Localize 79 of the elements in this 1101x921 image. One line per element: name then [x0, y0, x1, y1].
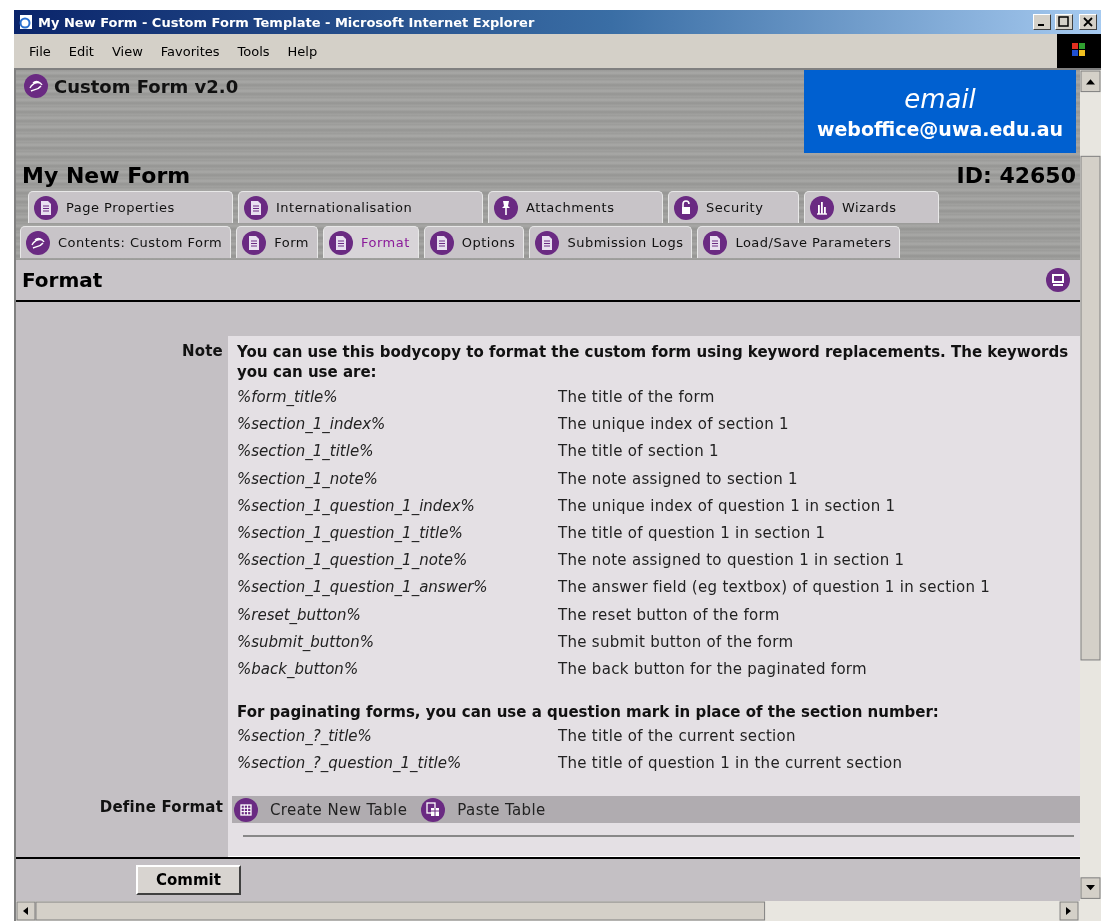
keyword-text: %back_button%	[237, 659, 360, 681]
table-icon	[234, 797, 258, 822]
tab[interactable]: Format	[322, 226, 419, 258]
windows-logo-icon	[1057, 34, 1101, 68]
keyword-description: The title of section 1	[558, 441, 720, 463]
menu-item[interactable]: View	[102, 43, 152, 59]
tab[interactable]: Contents: Custom Form	[20, 226, 232, 258]
tab[interactable]: Submission Logs	[529, 226, 693, 258]
swirl-logo-icon	[26, 230, 50, 255]
vertical-scrollbar[interactable]	[1080, 70, 1101, 921]
document-icon	[535, 230, 560, 255]
maximize-icon[interactable]	[1055, 14, 1073, 30]
keyword-description: The submit button of the form	[558, 631, 795, 653]
email-address[interactable]: weboffice@uwa.edu.au	[816, 117, 1064, 140]
close-icon[interactable]	[1079, 14, 1097, 30]
keyword-description: The reset button of the form	[558, 604, 781, 626]
monitor-icon	[1046, 268, 1070, 292]
menu-item[interactable]: Help	[278, 43, 327, 59]
tab[interactable]: Attachments	[488, 191, 663, 223]
keyword-description: The note assigned to question 1 in section 1	[558, 550, 906, 572]
document-icon	[429, 230, 454, 255]
keyword-text: %section_1_question_1_note%	[237, 550, 469, 572]
page-title: My New Form	[22, 163, 191, 188]
menu-item[interactable]: Edit	[59, 43, 103, 59]
toolbar-action[interactable]: Create New Table	[234, 797, 412, 822]
bar-chart-icon	[810, 195, 834, 220]
keyword-description: The answer field (eg textbox) of question 1 in section 1	[558, 577, 992, 599]
tab[interactable]: Page Properties	[28, 191, 233, 223]
browser-icon	[18, 14, 34, 30]
window-title: My New Form - Custom Form Template - Microsoft Internet Explorer	[38, 14, 536, 30]
menu-item[interactable]: Favorites	[151, 43, 229, 59]
app-title: Custom Form v2.0	[54, 75, 239, 97]
keyword-text: %form_title%	[237, 387, 339, 408]
tab[interactable]: Security	[668, 191, 799, 223]
document-icon	[34, 195, 58, 220]
keyword-description: The title of the form	[558, 387, 716, 408]
tab[interactable]: Internationalisation	[238, 191, 483, 223]
keyword-text: %section_?_title%	[237, 726, 373, 748]
tab[interactable]: Load/Save Parameters	[697, 226, 901, 258]
keyword-description: The back button for the paginated form	[558, 659, 868, 681]
toolbar-action[interactable]: Paste Table	[421, 797, 550, 822]
keyword-text: %section_1_title%	[237, 441, 375, 463]
menu-item[interactable]: Tools	[228, 43, 279, 59]
email-label: email	[904, 83, 976, 114]
keyword-text: %section_1_index%	[237, 414, 387, 436]
keyword-description: The unique index of question 1 in section 1	[558, 495, 897, 517]
field-label: Define Format	[99, 797, 224, 819]
section-title: Format	[22, 268, 103, 292]
keyword-text: %section_1_question_1_answer%	[237, 577, 489, 599]
field-label: Note	[182, 341, 224, 362]
note-subheading: For paginating forms, you can use a question mark in place of the section number:	[237, 703, 940, 722]
tab[interactable]: Wizards	[804, 191, 939, 223]
keyword-description: The title of the current section	[558, 726, 797, 748]
keyword-description: The title of question 1 in section 1	[558, 523, 827, 544]
paste-table-icon	[421, 797, 446, 822]
keyword-text: %submit_button%	[237, 631, 375, 653]
keyword-text: %section_1_question_1_index%	[237, 495, 476, 517]
keyword-text: %section_1_note%	[237, 468, 379, 490]
note-intro: You can use this bodycopy to format the custom form using keyword replacements. The keywords you can use are:	[237, 342, 1070, 382]
pin-icon	[494, 195, 518, 220]
keyword-description: The note assigned to section 1	[558, 468, 799, 490]
minimize-icon[interactable]	[1033, 14, 1051, 30]
document-icon	[703, 230, 728, 255]
document-icon	[242, 230, 267, 255]
commit-button[interactable]: Commit	[136, 865, 241, 895]
keyword-text: %section_1_question_1_title%	[237, 523, 464, 544]
keyword-text: %reset_button%	[237, 604, 362, 626]
keyword-description: The unique index of section 1	[558, 414, 790, 436]
tab[interactable]: Form	[236, 226, 318, 258]
keyword-description: The title of question 1 in the current section	[558, 753, 904, 775]
tab[interactable]: Options	[423, 226, 525, 258]
horizontal-scrollbar[interactable]	[16, 901, 1080, 921]
menu-item[interactable]: File	[20, 43, 60, 59]
lock-icon	[674, 195, 698, 220]
swirl-logo-icon	[24, 74, 48, 98]
document-icon	[244, 195, 268, 220]
keyword-text: %section_?_question_1_title%	[237, 753, 463, 775]
page-id: ID: 42650	[956, 163, 1076, 188]
document-icon	[328, 230, 353, 255]
